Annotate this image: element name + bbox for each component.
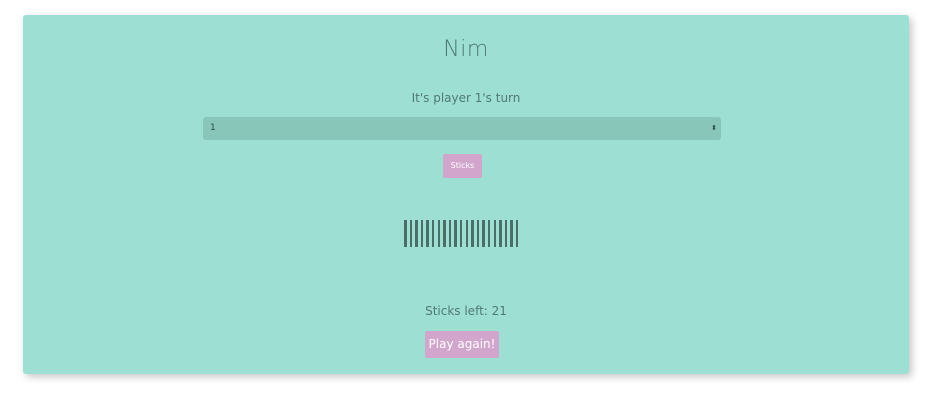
sticks-count-select[interactable]: 1 ⬍ (203, 117, 721, 140)
play-again-button[interactable]: Play again! (425, 331, 499, 358)
stick (476, 220, 480, 247)
page-title: Nim (443, 37, 489, 62)
stick (499, 220, 502, 247)
stick (409, 220, 413, 247)
stick (420, 220, 424, 247)
sticks-count-value: 1 (210, 123, 216, 133)
stick (465, 220, 469, 247)
take-sticks-button[interactable]: Sticks (443, 154, 482, 178)
select-arrows-icon: ⬍ (711, 124, 717, 132)
stick (431, 220, 435, 247)
stick (510, 220, 513, 247)
stick (482, 220, 485, 247)
game-card: Nim It's player 1's turn 1 ⬍ Sticks Stic… (23, 15, 909, 374)
stick (454, 220, 457, 247)
sticks-pile (404, 220, 519, 247)
sticks-left-label: Sticks left: 21 (425, 304, 507, 318)
stick (443, 220, 446, 247)
stick (471, 220, 474, 247)
stick (404, 220, 407, 247)
stick (459, 220, 463, 247)
stick (487, 220, 491, 247)
stick (426, 220, 429, 247)
stick (493, 220, 496, 247)
stick (504, 220, 508, 247)
stick (448, 220, 452, 247)
stick (437, 220, 441, 247)
stick (515, 220, 519, 247)
stick (415, 220, 418, 247)
turn-indicator: It's player 1's turn (411, 91, 521, 105)
